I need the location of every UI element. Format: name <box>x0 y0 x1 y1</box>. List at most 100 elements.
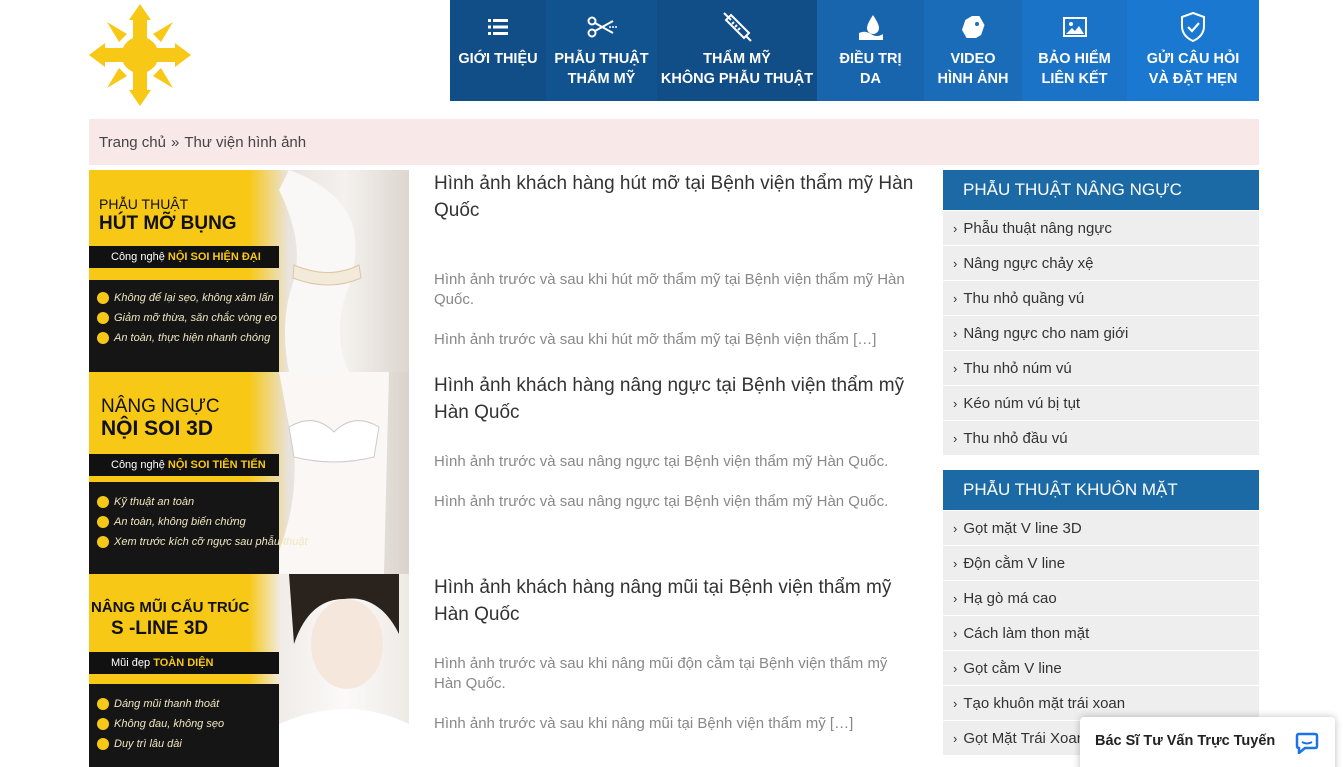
nav-item-gioi-thieu[interactable]: GIỚI THIỆU <box>450 0 546 101</box>
chevron-right-icon: › <box>953 660 958 676</box>
thumb-bullet-text: An toàn, thực hiện nhanh chóng <box>114 332 271 344</box>
list-icon <box>488 10 508 44</box>
thumb-strip-prefix: Công nghệ <box>111 251 165 263</box>
post-thumbnail[interactable]: NÂNG MŨI CẤU TRÚC S -LINE 3D Mũi đẹp TOÀ… <box>89 574 409 767</box>
sidebar-link-label: Thu nhỏ quầng vú <box>963 289 1085 307</box>
sidebar-link[interactable]: › Gọt cằm V line <box>943 650 1259 685</box>
chevron-right-icon: › <box>953 520 958 536</box>
thumb-bullets: Không để lại sẹo, không xâm lấn Giảm mỡ … <box>89 280 279 372</box>
nav-item-bao-hiem-lien-ket[interactable]: BẢO HIỂM LIÊN KẾT <box>1022 0 1127 101</box>
sidebar-link-label: Thu nhỏ núm vú <box>963 359 1072 377</box>
nav-item-gui-cau-hoi[interactable]: GỬI CÂU HỎI VÀ ĐẶT HẸN <box>1127 0 1259 101</box>
sidebar-link[interactable]: › Hạ gò má cao <box>943 580 1259 615</box>
site-logo[interactable] <box>89 4 191 106</box>
post-item: NÂNG NGỰC NỘI SOI 3D Công nghệ NỘI SOI T… <box>89 372 919 574</box>
picture-icon <box>1062 10 1087 44</box>
thumb-bullet: An toàn, thực hiện nhanh chóng <box>97 332 270 344</box>
scissors-icon <box>587 10 617 44</box>
post-excerpt: Hình ảnh trước và sau khi nâng mũi tại B… <box>434 715 854 732</box>
nav-label-line1: PHẪU THUẬT <box>554 51 649 67</box>
chat-bubble-icon <box>1295 732 1319 758</box>
sidebar-link-label: Nâng ngực chảy xệ <box>963 254 1094 272</box>
thumb-strip-prefix: Công nghệ <box>111 459 165 471</box>
breadcrumb-home-link[interactable]: Trang chủ <box>99 134 166 151</box>
check-icon <box>97 738 109 750</box>
chat-label: Bác Sĩ Tư Vấn Trực Tuyến <box>1095 733 1276 749</box>
sidebar-link-label: Tạo khuôn mặt trái xoan <box>963 694 1126 712</box>
syringe-icon <box>722 10 752 44</box>
thumb-bullet: Dáng mũi thanh thoát <box>97 698 219 710</box>
post-item: PHẪU THUẬT HÚT MỠ BỤNG Công nghệ NỘI SOI… <box>89 170 919 372</box>
chevron-right-icon: › <box>953 625 958 641</box>
nav-item-dieu-tri-da[interactable]: ĐIỀU TRỊ DA <box>817 0 924 101</box>
sidebar-link[interactable]: › Thu nhỏ quầng vú <box>943 280 1259 315</box>
thumb-heading-line2: HÚT MỠ BỤNG <box>99 213 237 234</box>
chevron-right-icon: › <box>953 220 958 236</box>
post-excerpt: Hình ảnh trước và sau khi nâng mũi độn c… <box>434 655 888 692</box>
sidebar-link-label: Hạ gò má cao <box>963 589 1057 607</box>
thumb-strip-bold: NỘI SOI HIỆN ĐẠI <box>167 251 261 263</box>
sidebar-link[interactable]: › Kéo núm vú bị tụt <box>943 385 1259 420</box>
nav-label-line1: GIỚI THIỆU <box>458 51 538 67</box>
thumb-bullets: Kỹ thuật an toàn An toàn, không biến chứ… <box>89 482 308 574</box>
nav-label-line1: VIDEO <box>950 51 996 67</box>
check-icon <box>97 698 109 710</box>
widget-title: PHẪU THUẬT KHUÔN MẶT <box>943 470 1259 510</box>
drop-icon <box>857 10 885 44</box>
sidebar-link[interactable]: › Nâng ngực cho nam giới <box>943 315 1259 350</box>
thumb-strip-prefix: Mũi đẹp <box>111 657 151 669</box>
nav-label-line2: DA <box>860 71 881 87</box>
sidebar-widget-nang-nguc: PHẪU THUẬT NÂNG NGỰC › Phẫu thuật nâng ng… <box>943 170 1259 455</box>
post-excerpt: Hình ảnh trước và sau nâng ngực tại Bệnh… <box>434 493 889 510</box>
sidebar-link[interactable]: › Tạo khuôn mặt trái xoan <box>943 685 1259 720</box>
thumb-heading-line1: NÂNG NGỰC <box>101 396 220 417</box>
sidebar-link[interactable]: › Gọt mặt V line 3D <box>943 510 1259 545</box>
sidebar-link[interactable]: › Cách làm thon mặt <box>943 615 1259 650</box>
thumb-heading-line2: NỘI SOI 3D <box>101 417 214 440</box>
sidebar-link-label: Kéo núm vú bị tụt <box>963 394 1081 412</box>
sidebar-link[interactable]: › Thu nhỏ đầu vú <box>943 420 1259 455</box>
widget-title: PHẪU THUẬT NÂNG NGỰC <box>943 170 1259 210</box>
check-icon <box>97 312 109 324</box>
thumb-bullet: Không để lại sẹo, không xâm lấn <box>97 292 274 304</box>
thumb-heading-line2: S -LINE 3D <box>111 618 209 639</box>
sidebar-link[interactable]: › Thu nhỏ núm vú <box>943 350 1259 385</box>
nav-label-line2: VÀ ĐẶT HẸN <box>1148 71 1238 87</box>
post-title[interactable]: Hình ảnh khách hàng nâng ngực tại Bệnh v… <box>434 372 919 426</box>
thumb-bullet-text: Giảm mỡ thừa, săn chắc vòng eo <box>114 312 277 324</box>
sidebar-link-label: Gọt mặt V line 3D <box>963 519 1082 537</box>
post-thumbnail[interactable]: PHẪU THUẬT HÚT MỠ BỤNG Công nghệ NỘI SOI… <box>89 170 409 372</box>
nav-label-line1: ĐIỀU TRỊ <box>839 51 902 67</box>
sidebar-link-label: Độn cằm V line <box>963 554 1066 572</box>
chevron-right-icon: › <box>953 290 958 306</box>
chevron-right-icon: › <box>953 430 958 446</box>
nav-label-line2: LIÊN KẾT <box>1041 71 1108 87</box>
sidebar-link[interactable]: › Phẫu thuật nâng ngực <box>943 210 1259 245</box>
thumb-bullet-text: Kỹ thuật an toàn <box>114 496 195 508</box>
thumb-bullet: Không đau, không sẹo <box>97 718 224 730</box>
nav-item-tham-my-khong-phau-thuat[interactable]: THẨM MỸ KHÔNG PHẪU THUẬT <box>657 0 817 101</box>
sidebar-link-label: Nâng ngực cho nam giới <box>963 324 1129 342</box>
live-chat-button[interactable]: Bác Sĩ Tư Vấn Trực Tuyến <box>1080 717 1335 767</box>
nav-item-video-hinh-anh[interactable]: VIDEO HÌNH ẢNH <box>924 0 1022 101</box>
chevron-right-icon: › <box>953 395 958 411</box>
sidebar-link-label: Phẫu thuật nâng ngực <box>963 219 1112 237</box>
check-icon <box>97 496 109 508</box>
nav-label-line2: KHÔNG PHẪU THUẬT <box>660 71 814 87</box>
thumb-bullet-text: Xem trước kích cỡ ngực sau phẫu thuật <box>114 536 308 548</box>
sidebar-link[interactable]: › Nâng ngực chảy xệ <box>943 245 1259 280</box>
sidebar-link[interactable]: › Độn cằm V line <box>943 545 1259 580</box>
post-thumbnail[interactable]: NÂNG NGỰC NỘI SOI 3D Công nghệ NỘI SOI T… <box>89 372 409 574</box>
post-title[interactable]: Hình ảnh khách hàng hút mỡ tại Bệnh viện… <box>434 170 919 224</box>
thumb-bullet: Xem trước kích cỡ ngực sau phẫu thuật <box>97 536 308 548</box>
post-excerpt: Hình ảnh trước và sau nâng ngực tại Bệnh… <box>434 453 889 470</box>
breadcrumb-current: Thư viện hình ảnh <box>184 133 307 151</box>
sidebar-link-label: Thu nhỏ đầu vú <box>963 429 1068 447</box>
shield-check-icon <box>1180 10 1206 44</box>
thumb-bullet: An toàn, không biến chứng <box>97 516 246 528</box>
thumb-strip: Công nghệ NỘI SOI TIÊN TIẾN <box>89 454 279 476</box>
thumb-bullet: Giảm mỡ thừa, săn chắc vòng eo <box>97 312 277 324</box>
check-icon <box>97 536 109 548</box>
nav-item-phau-thuat-tham-my[interactable]: PHẪU THUẬT THẨM MỸ <box>546 0 657 101</box>
post-title[interactable]: Hình ảnh khách hàng nâng mũi tại Bệnh vi… <box>434 574 919 628</box>
